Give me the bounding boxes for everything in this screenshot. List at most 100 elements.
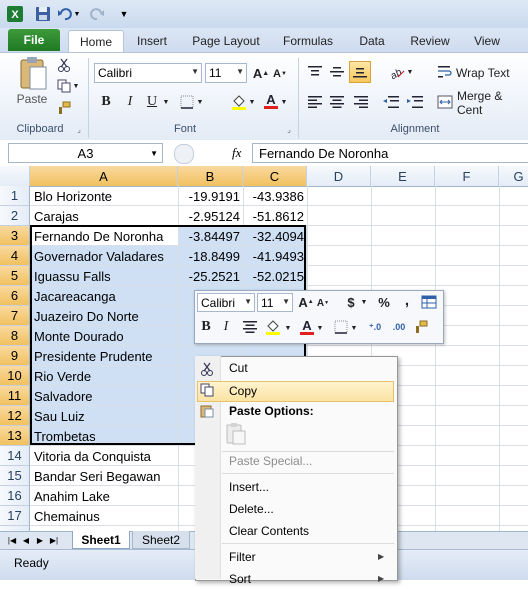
tab-page-layout[interactable]: Page Layout — [184, 30, 268, 52]
mini-comma-button[interactable]: , — [400, 292, 414, 309]
copy-dropdown-icon[interactable]: ▼ — [72, 80, 80, 92]
tab-file[interactable]: File — [8, 29, 60, 51]
borders-dropdown-icon[interactable]: ▼ — [196, 96, 204, 108]
cell-a[interactable]: Anahim Lake — [30, 486, 200, 506]
column-header-e[interactable]: E — [371, 166, 435, 186]
menu-item-filter[interactable]: Filter — [229, 547, 256, 567]
row-header[interactable]: 7 — [0, 306, 30, 326]
cell-a[interactable]: Chemainus — [30, 506, 200, 526]
chevron-down-icon[interactable]: ▼ — [118, 5, 130, 23]
cell-b[interactable]: -3.84497 — [178, 226, 243, 246]
font-launcher-icon[interactable]: ⌟ — [284, 124, 294, 134]
align-left-icon[interactable] — [306, 93, 324, 111]
save-icon[interactable] — [34, 5, 52, 23]
decrease-indent-icon[interactable] — [382, 93, 400, 111]
tab-insert[interactable]: Insert — [128, 30, 176, 52]
row-header[interactable]: 1 — [0, 186, 30, 206]
cell-b[interactable]: -18.8499 — [178, 246, 243, 266]
column-header-f[interactable]: F — [435, 166, 499, 186]
cell-c[interactable]: -41.9493 — [243, 246, 307, 266]
underline-dropdown-icon[interactable]: ▼ — [162, 96, 170, 108]
row-header[interactable]: 12 — [0, 406, 30, 426]
mini-font-color-dropdown-icon[interactable]: ▼ — [316, 322, 324, 334]
mini-center-icon[interactable] — [242, 318, 258, 336]
sheet-tab-sheet1[interactable]: Sheet1 — [72, 531, 130, 549]
paste-option-icon[interactable] — [226, 423, 248, 447]
mini-size-combo[interactable]: 11 ▼ — [257, 293, 293, 312]
wrap-text-button[interactable]: Wrap Text — [456, 64, 510, 82]
clipboard-launcher-icon[interactable]: ⌟ — [74, 124, 84, 134]
mini-borders-dropdown-icon[interactable]: ▼ — [350, 322, 358, 334]
row-header[interactable]: 13 — [0, 426, 30, 446]
tab-view[interactable]: View — [464, 30, 510, 52]
insert-function-icon[interactable]: fx — [232, 144, 248, 162]
redo-icon[interactable] — [88, 5, 106, 23]
mini-format-painter-icon[interactable] — [412, 318, 430, 336]
formula-bar-handle[interactable] — [174, 144, 194, 164]
menu-item-paste-special[interactable]: Paste Special... — [229, 451, 312, 471]
row-header[interactable]: 5 — [0, 266, 30, 286]
increase-indent-icon[interactable] — [406, 93, 424, 111]
cell-b[interactable]: -25.2521 — [178, 266, 243, 286]
mini-borders-icon[interactable] — [332, 318, 350, 336]
next-sheet-icon[interactable]: ▶ — [34, 531, 46, 549]
row-header[interactable]: 11 — [0, 386, 30, 406]
mini-font-color-icon[interactable]: A — [298, 317, 316, 337]
row-header[interactable]: 4 — [0, 246, 30, 266]
menu-item-delete[interactable]: Delete... — [229, 499, 274, 519]
row-header[interactable]: 9 — [0, 346, 30, 366]
row-header[interactable]: 14 — [0, 446, 30, 466]
row-header[interactable]: 8 — [0, 326, 30, 346]
first-sheet-icon[interactable]: |◀ — [6, 531, 18, 549]
menu-item-cut[interactable]: Cut — [229, 358, 248, 378]
row-header[interactable]: 16 — [0, 486, 30, 506]
format-painter-icon[interactable] — [56, 100, 72, 116]
mini-decrease-decimal-icon[interactable]: .00 — [388, 318, 410, 336]
mini-increase-decimal-icon[interactable]: ⁺.0 — [364, 318, 386, 336]
column-header-g[interactable]: G — [499, 166, 528, 186]
cell-c[interactable]: -32.4094 — [243, 226, 307, 246]
tab-home[interactable]: Home — [68, 30, 124, 53]
cell-a[interactable]: Rio Verde — [30, 366, 200, 386]
column-header-b[interactable]: B — [178, 166, 243, 186]
underline-button[interactable]: U — [144, 94, 160, 110]
cell-a[interactable]: Iguassu Falls — [30, 266, 200, 286]
cell-a[interactable]: Juazeiro Do Norte — [30, 306, 200, 326]
cell-a[interactable]: Salvadore — [30, 386, 200, 406]
cell-c[interactable]: -51.8612 — [243, 206, 307, 226]
column-header-a[interactable]: A — [30, 166, 178, 186]
cell-a[interactable]: Vitoria da Conquista — [30, 446, 200, 466]
column-header-c[interactable]: C — [243, 166, 307, 186]
tab-data[interactable]: Data — [348, 30, 396, 52]
row-header[interactable]: 6 — [0, 286, 30, 306]
mini-bold-button[interactable]: B — [198, 318, 214, 336]
mini-grow-font-icon[interactable]: A ▲ — [298, 294, 314, 310]
sheet-tab-sheet2[interactable]: Sheet2 — [132, 531, 190, 549]
cell-a[interactable]: Bandar Seri Begawan — [30, 466, 200, 486]
name-box[interactable]: A3 ▼ — [8, 143, 163, 163]
undo-dropdown-icon[interactable]: ▼ — [72, 5, 82, 23]
mini-currency-button[interactable]: $ — [344, 294, 358, 310]
cell-a[interactable]: Trombetas — [30, 426, 200, 446]
paste-icon[interactable] — [14, 56, 52, 92]
cell-b[interactable]: -19.9191 — [178, 186, 243, 206]
italic-button[interactable]: I — [122, 94, 138, 110]
mini-font-combo[interactable]: Calibri ▼ — [197, 293, 255, 312]
cell-b[interactable]: -2.95124 — [178, 206, 243, 226]
tab-formulas[interactable]: Formulas — [276, 30, 340, 52]
menu-item-insert[interactable]: Insert... — [229, 477, 269, 497]
select-all-button[interactable] — [0, 166, 30, 186]
cell-a[interactable]: Sau Luiz — [30, 406, 200, 426]
excel-icon[interactable]: X — [6, 5, 24, 23]
orientation-dropdown-icon[interactable]: ▼ — [406, 66, 414, 78]
wrap-text-icon[interactable] — [436, 63, 454, 81]
cell-c[interactable]: -52.0215 — [243, 266, 307, 286]
column-header-d[interactable]: D — [307, 166, 371, 186]
borders-icon[interactable] — [178, 94, 196, 110]
align-bottom-icon[interactable] — [349, 61, 371, 83]
row-header[interactable]: 17 — [0, 506, 30, 526]
cell-a[interactable]: Monte Dourado — [30, 326, 200, 346]
cell-a[interactable]: Jacareacanga — [30, 286, 200, 306]
align-center-icon[interactable] — [328, 93, 346, 111]
cell-a[interactable]: Blo Horizonte — [30, 186, 200, 206]
